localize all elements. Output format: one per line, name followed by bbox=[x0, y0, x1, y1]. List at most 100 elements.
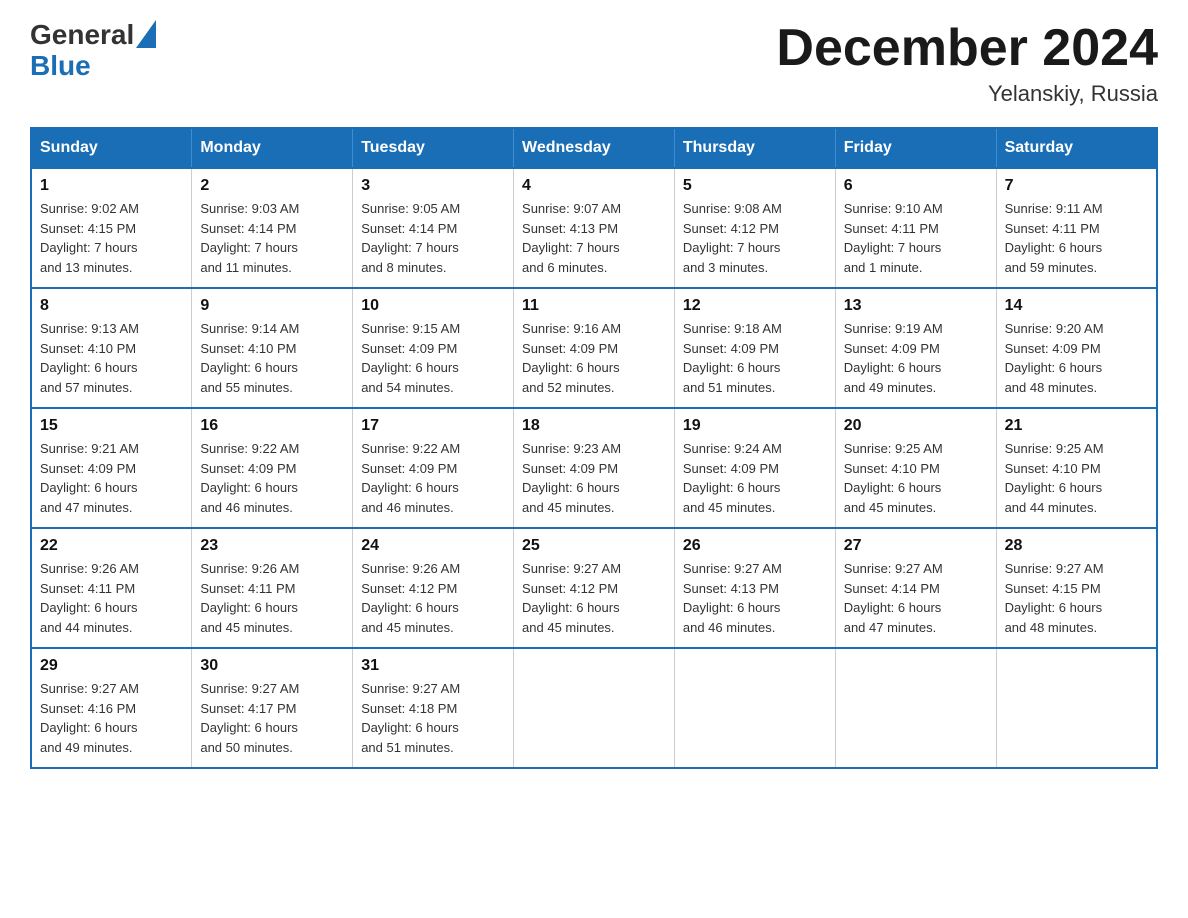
day-number: 24 bbox=[361, 537, 505, 555]
calendar-day-15: 15 Sunrise: 9:21 AM Sunset: 4:09 PM Dayli… bbox=[31, 408, 192, 528]
day-info: Sunrise: 9:16 AM Sunset: 4:09 PM Dayligh… bbox=[522, 319, 666, 397]
calendar-day-13: 13 Sunrise: 9:19 AM Sunset: 4:09 PM Dayli… bbox=[835, 288, 996, 408]
header-wednesday: Wednesday bbox=[514, 128, 675, 168]
day-number: 7 bbox=[1005, 177, 1148, 195]
day-number: 27 bbox=[844, 537, 988, 555]
logo-general: General bbox=[30, 20, 134, 51]
day-number: 23 bbox=[200, 537, 344, 555]
calendar-day-31: 31 Sunrise: 9:27 AM Sunset: 4:18 PM Dayli… bbox=[353, 648, 514, 768]
calendar-day-3: 3Sunrise: 9:05 AM Sunset: 4:14 PM Daylig… bbox=[353, 168, 514, 288]
day-info: Sunrise: 9:05 AM Sunset: 4:14 PM Dayligh… bbox=[361, 199, 505, 277]
day-number: 19 bbox=[683, 417, 827, 435]
day-number: 29 bbox=[40, 657, 183, 675]
day-number: 15 bbox=[40, 417, 183, 435]
day-number: 25 bbox=[522, 537, 666, 555]
calendar-day-7: 7Sunrise: 9:11 AM Sunset: 4:11 PM Daylig… bbox=[996, 168, 1157, 288]
day-number: 20 bbox=[844, 417, 988, 435]
logo: General Blue bbox=[30, 20, 156, 82]
calendar-day-20: 20Sunrise: 9:25 AM Sunset: 4:10 PM Dayli… bbox=[835, 408, 996, 528]
calendar-day-19: 19 Sunrise: 9:24 AM Sunset: 4:09 PM Dayli… bbox=[674, 408, 835, 528]
empty-cell bbox=[514, 648, 675, 768]
calendar-day-14: 14Sunrise: 9:20 AM Sunset: 4:09 PM Dayli… bbox=[996, 288, 1157, 408]
calendar-week-row: 29 Sunrise: 9:27 AM Sunset: 4:16 PM Dayli… bbox=[31, 648, 1157, 768]
day-info: Sunrise: 9:27 AM Sunset: 4:14 PM Dayligh… bbox=[844, 559, 988, 637]
day-info: Sunrise: 9:25 AM Sunset: 4:10 PM Dayligh… bbox=[1005, 439, 1148, 517]
calendar-week-row: 15 Sunrise: 9:21 AM Sunset: 4:09 PM Dayli… bbox=[31, 408, 1157, 528]
day-info: Sunrise: 9:18 AM Sunset: 4:09 PM Dayligh… bbox=[683, 319, 827, 397]
calendar-day-30: 30Sunrise: 9:27 AM Sunset: 4:17 PM Dayli… bbox=[192, 648, 353, 768]
calendar-week-row: 22Sunrise: 9:26 AM Sunset: 4:11 PM Dayli… bbox=[31, 528, 1157, 648]
day-info: Sunrise: 9:20 AM Sunset: 4:09 PM Dayligh… bbox=[1005, 319, 1148, 397]
page-header: General Blue December 2024 Yelanskiy, Ru… bbox=[30, 20, 1158, 107]
day-info: Sunrise: 9:27 AM Sunset: 4:15 PM Dayligh… bbox=[1005, 559, 1148, 637]
day-number: 5 bbox=[683, 177, 827, 195]
day-number: 26 bbox=[683, 537, 827, 555]
day-number: 1 bbox=[40, 177, 183, 195]
day-number: 22 bbox=[40, 537, 183, 555]
day-info: Sunrise: 9:27 AM Sunset: 4:12 PM Dayligh… bbox=[522, 559, 666, 637]
header-sunday: Sunday bbox=[31, 128, 192, 168]
calendar-day-26: 26 Sunrise: 9:27 AM Sunset: 4:13 PM Dayli… bbox=[674, 528, 835, 648]
calendar-day-5: 5 Sunrise: 9:08 AM Sunset: 4:12 PM Daylig… bbox=[674, 168, 835, 288]
day-number: 18 bbox=[522, 417, 666, 435]
calendar-day-11: 11 Sunrise: 9:16 AM Sunset: 4:09 PM Dayli… bbox=[514, 288, 675, 408]
day-info: Sunrise: 9:22 AM Sunset: 4:09 PM Dayligh… bbox=[361, 439, 505, 517]
header-saturday: Saturday bbox=[996, 128, 1157, 168]
calendar-day-12: 12Sunrise: 9:18 AM Sunset: 4:09 PM Dayli… bbox=[674, 288, 835, 408]
calendar-day-27: 27 Sunrise: 9:27 AM Sunset: 4:14 PM Dayli… bbox=[835, 528, 996, 648]
day-info: Sunrise: 9:27 AM Sunset: 4:16 PM Dayligh… bbox=[40, 679, 183, 757]
location-title: Yelanskiy, Russia bbox=[776, 81, 1158, 107]
day-info: Sunrise: 9:27 AM Sunset: 4:17 PM Dayligh… bbox=[200, 679, 344, 757]
day-info: Sunrise: 9:15 AM Sunset: 4:09 PM Dayligh… bbox=[361, 319, 505, 397]
calendar-day-23: 23Sunrise: 9:26 AM Sunset: 4:11 PM Dayli… bbox=[192, 528, 353, 648]
day-number: 28 bbox=[1005, 537, 1148, 555]
day-number: 16 bbox=[200, 417, 344, 435]
calendar-day-16: 16 Sunrise: 9:22 AM Sunset: 4:09 PM Dayli… bbox=[192, 408, 353, 528]
day-info: Sunrise: 9:10 AM Sunset: 4:11 PM Dayligh… bbox=[844, 199, 988, 277]
day-number: 2 bbox=[200, 177, 344, 195]
empty-cell bbox=[835, 648, 996, 768]
day-number: 6 bbox=[844, 177, 988, 195]
day-number: 31 bbox=[361, 657, 505, 675]
calendar-header-row: SundayMondayTuesdayWednesdayThursdayFrid… bbox=[31, 128, 1157, 168]
day-info: Sunrise: 9:03 AM Sunset: 4:14 PM Dayligh… bbox=[200, 199, 344, 277]
day-info: Sunrise: 9:13 AM Sunset: 4:10 PM Dayligh… bbox=[40, 319, 183, 397]
calendar-day-9: 9 Sunrise: 9:14 AM Sunset: 4:10 PM Daylig… bbox=[192, 288, 353, 408]
calendar-day-2: 2 Sunrise: 9:03 AM Sunset: 4:14 PM Daylig… bbox=[192, 168, 353, 288]
day-info: Sunrise: 9:22 AM Sunset: 4:09 PM Dayligh… bbox=[200, 439, 344, 517]
empty-cell bbox=[674, 648, 835, 768]
day-info: Sunrise: 9:07 AM Sunset: 4:13 PM Dayligh… bbox=[522, 199, 666, 277]
calendar-day-21: 21Sunrise: 9:25 AM Sunset: 4:10 PM Dayli… bbox=[996, 408, 1157, 528]
day-info: Sunrise: 9:21 AM Sunset: 4:09 PM Dayligh… bbox=[40, 439, 183, 517]
day-info: Sunrise: 9:19 AM Sunset: 4:09 PM Dayligh… bbox=[844, 319, 988, 397]
calendar-day-24: 24 Sunrise: 9:26 AM Sunset: 4:12 PM Dayli… bbox=[353, 528, 514, 648]
calendar-day-25: 25 Sunrise: 9:27 AM Sunset: 4:12 PM Dayli… bbox=[514, 528, 675, 648]
day-number: 17 bbox=[361, 417, 505, 435]
day-info: Sunrise: 9:14 AM Sunset: 4:10 PM Dayligh… bbox=[200, 319, 344, 397]
day-info: Sunrise: 9:23 AM Sunset: 4:09 PM Dayligh… bbox=[522, 439, 666, 517]
day-info: Sunrise: 9:08 AM Sunset: 4:12 PM Dayligh… bbox=[683, 199, 827, 277]
title-section: December 2024 Yelanskiy, Russia bbox=[776, 20, 1158, 107]
day-number: 10 bbox=[361, 297, 505, 315]
month-title: December 2024 bbox=[776, 20, 1158, 77]
day-number: 13 bbox=[844, 297, 988, 315]
header-tuesday: Tuesday bbox=[353, 128, 514, 168]
empty-cell bbox=[996, 648, 1157, 768]
calendar-day-10: 10 Sunrise: 9:15 AM Sunset: 4:09 PM Dayli… bbox=[353, 288, 514, 408]
header-monday: Monday bbox=[192, 128, 353, 168]
day-info: Sunrise: 9:24 AM Sunset: 4:09 PM Dayligh… bbox=[683, 439, 827, 517]
day-number: 9 bbox=[200, 297, 344, 315]
calendar-table: SundayMondayTuesdayWednesdayThursdayFrid… bbox=[30, 127, 1158, 769]
day-number: 8 bbox=[40, 297, 183, 315]
day-info: Sunrise: 9:27 AM Sunset: 4:13 PM Dayligh… bbox=[683, 559, 827, 637]
header-thursday: Thursday bbox=[674, 128, 835, 168]
day-info: Sunrise: 9:27 AM Sunset: 4:18 PM Dayligh… bbox=[361, 679, 505, 757]
calendar-day-8: 8 Sunrise: 9:13 AM Sunset: 4:10 PM Daylig… bbox=[31, 288, 192, 408]
calendar-day-6: 6 Sunrise: 9:10 AM Sunset: 4:11 PM Daylig… bbox=[835, 168, 996, 288]
day-info: Sunrise: 9:26 AM Sunset: 4:12 PM Dayligh… bbox=[361, 559, 505, 637]
day-number: 11 bbox=[522, 297, 666, 315]
day-number: 4 bbox=[522, 177, 666, 195]
calendar-day-18: 18 Sunrise: 9:23 AM Sunset: 4:09 PM Dayli… bbox=[514, 408, 675, 528]
calendar-day-22: 22Sunrise: 9:26 AM Sunset: 4:11 PM Dayli… bbox=[31, 528, 192, 648]
calendar-day-29: 29 Sunrise: 9:27 AM Sunset: 4:16 PM Dayli… bbox=[31, 648, 192, 768]
